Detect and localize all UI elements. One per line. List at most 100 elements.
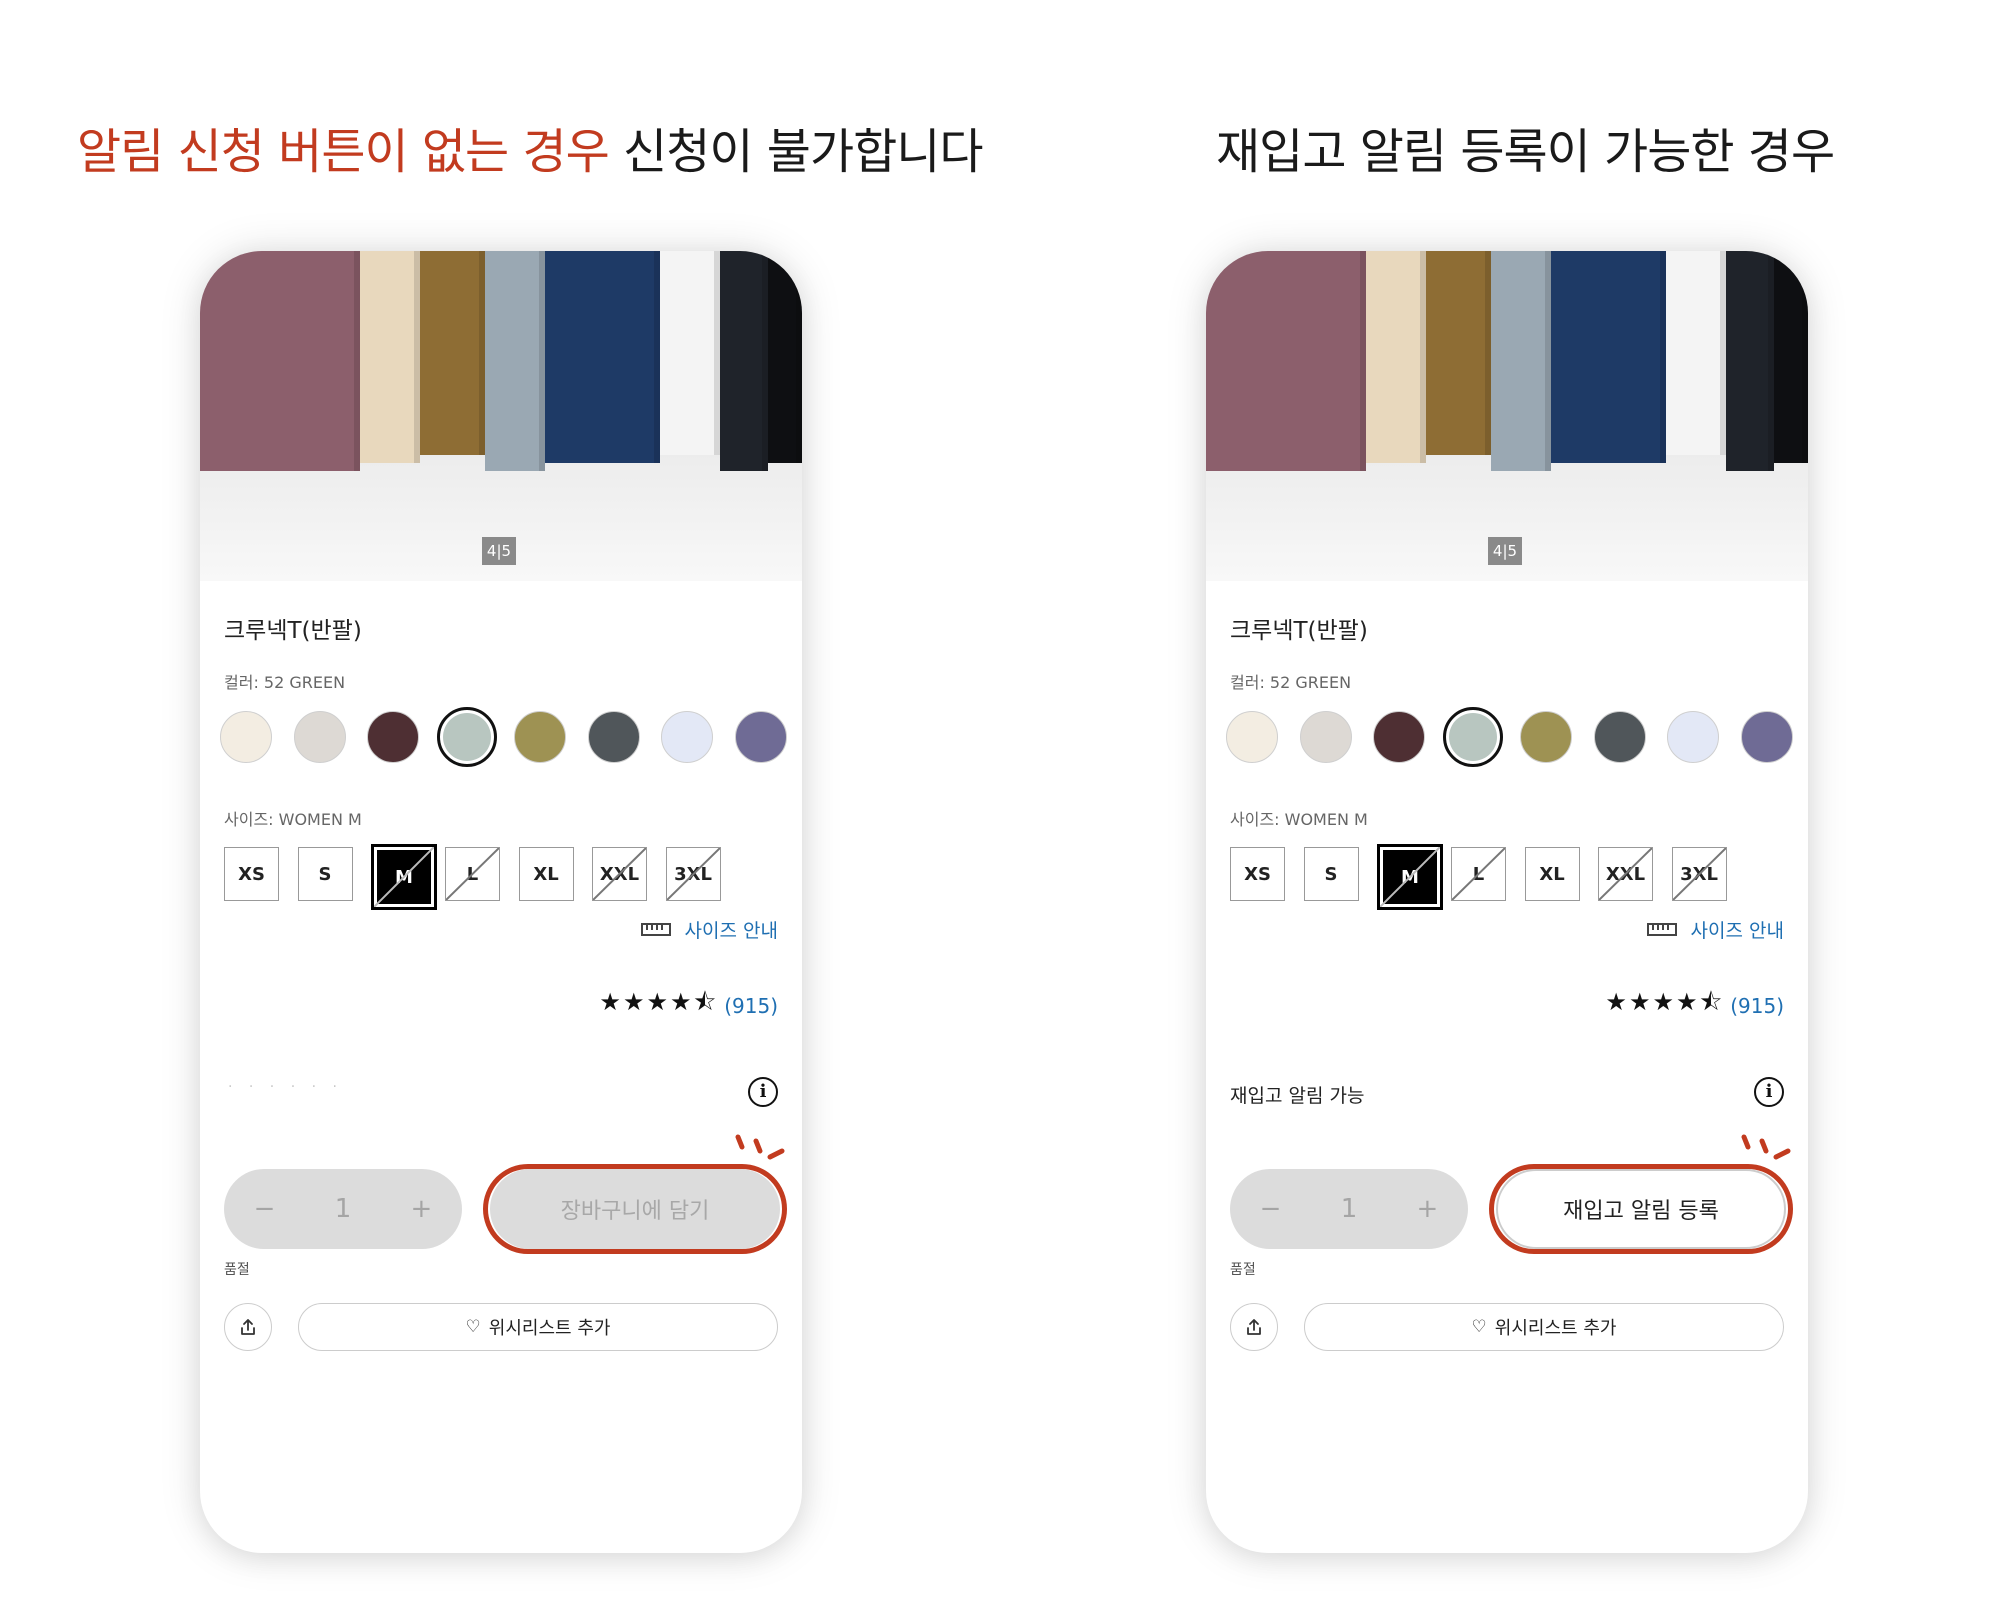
product-rating[interactable]: ★★★★⯪ (915) — [599, 985, 778, 1026]
size-label: 사이즈: WOMEN M — [224, 810, 362, 829]
size-option-l[interactable]: L — [1451, 847, 1506, 901]
size-option-xl[interactable]: XL — [518, 847, 574, 901]
unavailable-slash — [593, 848, 646, 900]
add-to-cart-button[interactable]: 장바구니에 담기 — [490, 1169, 780, 1249]
size-option-3xl[interactable]: 3XL — [665, 847, 721, 901]
color-swatch[interactable] — [1226, 711, 1278, 763]
unavailable-slash — [667, 848, 720, 900]
quantity-value: 1 — [1340, 1194, 1358, 1224]
size-option-xxl[interactable]: XXL — [1598, 847, 1653, 901]
restock-row: 재입고 알림 가능 i — [1230, 1073, 1784, 1113]
color-swatch[interactable] — [661, 711, 713, 763]
unavailable-slash — [1599, 848, 1652, 900]
size-options: XS SML XL XXL 3XL — [224, 844, 784, 910]
color-swatches — [210, 707, 790, 767]
wishlist-button[interactable]: ♡ 위시리스트 추가 — [298, 1303, 778, 1351]
restock-row: · · · · · · i — [224, 1073, 778, 1113]
size-guide-link[interactable]: 사이즈 안내 — [640, 916, 778, 943]
quantity-stepper: − 1 + — [1230, 1169, 1468, 1249]
color-swatch[interactable] — [1520, 711, 1572, 763]
ruler-icon — [1646, 923, 1677, 936]
heading-no-alert: 알림 신청 버튼이 없는 경우 신청이 불가합니다 — [77, 112, 984, 182]
restock-alert-button[interactable]: 재입고 알림 등록 — [1496, 1169, 1786, 1249]
quantity-minus-button[interactable]: − — [254, 1194, 276, 1224]
size-option-xl[interactable]: XL — [1524, 847, 1580, 901]
size-option-s[interactable]: S — [1303, 847, 1359, 901]
color-swatch[interactable] — [367, 711, 419, 763]
info-icon[interactable]: i — [748, 1077, 778, 1107]
restock-status-empty: · · · · · · — [228, 1079, 343, 1095]
color-swatch[interactable] — [1593, 711, 1646, 763]
color-swatch[interactable] — [1373, 711, 1425, 763]
color-swatch[interactable] — [587, 711, 640, 763]
color-swatch[interactable] — [220, 711, 272, 763]
soldout-label: 품절 — [224, 1262, 250, 1278]
rating-stars: ★★★★⯪ — [1605, 988, 1725, 1016]
color-swatches — [1216, 707, 1796, 767]
size-options: XS SML XL XXL 3XL — [1230, 844, 1790, 910]
share-button[interactable] — [224, 1303, 272, 1351]
share-button[interactable] — [1230, 1303, 1278, 1351]
rating-count: (915) — [1730, 993, 1784, 1018]
size-guide-label: 사이즈 안내 — [1690, 920, 1784, 942]
highlight-sparks — [735, 1134, 785, 1160]
heading-rest: 신청이 불가합니다 — [608, 124, 984, 180]
color-swatch[interactable] — [1740, 711, 1793, 763]
color-swatch[interactable] — [436, 707, 497, 767]
highlight-sparks — [1741, 1134, 1791, 1160]
wishlist-label: 위시리스트 추가 — [488, 1318, 611, 1339]
info-icon[interactable]: i — [1754, 1077, 1784, 1107]
product-name: 크루넥T(반팔) — [224, 618, 362, 644]
size-option-m[interactable]: M — [1377, 844, 1443, 910]
product-image[interactable] — [1206, 251, 1808, 581]
size-label: 사이즈: WOMEN M — [1230, 810, 1368, 829]
size-option-xs[interactable]: XS — [1230, 847, 1285, 901]
heading-restock-available: 재입고 알림 등록이 가능한 경우 — [1216, 124, 1835, 180]
heading-accent: 알림 신청 버튼이 없는 경우 — [77, 124, 610, 180]
color-swatch[interactable] — [1442, 707, 1503, 767]
size-option-l[interactable]: L — [445, 847, 500, 901]
image-pager: 4|5 — [482, 537, 516, 565]
quantity-minus-button[interactable]: − — [1260, 1194, 1282, 1224]
heart-icon: ♡ — [465, 1317, 481, 1337]
product-name: 크루넥T(반팔) — [1230, 618, 1368, 644]
quantity-value: 1 — [334, 1194, 352, 1224]
unavailable-slash — [374, 847, 434, 907]
quantity-stepper: − 1 + — [224, 1169, 462, 1249]
product-rating[interactable]: ★★★★⯪ (915) — [1605, 985, 1784, 1026]
unavailable-slash — [1452, 848, 1505, 900]
unavailable-slash — [1673, 848, 1726, 900]
unavailable-slash — [1380, 847, 1440, 907]
quantity-plus-button[interactable]: + — [411, 1194, 433, 1224]
restock-status: 재입고 알림 가능 — [1230, 1085, 1365, 1107]
color-label: 컬러: 52 GREEN — [224, 673, 346, 692]
quantity-plus-button[interactable]: + — [1417, 1194, 1439, 1224]
size-option-m[interactable]: M — [371, 844, 437, 910]
wishlist-button[interactable]: ♡ 위시리스트 추가 — [1304, 1303, 1784, 1351]
color-swatch[interactable] — [293, 711, 346, 763]
phone-mockup-right: 4|5 크루넥T(반팔) 컬러: 52 GREEN 사이즈: WOMEN M X… — [1206, 251, 1808, 1553]
product-image[interactable] — [200, 251, 802, 581]
size-option-xxl[interactable]: XXL — [592, 847, 647, 901]
rating-count: (915) — [724, 993, 778, 1018]
phone-mockup-left: 4|5 크루넥T(반팔) 컬러: 52 GREEN 사이즈: WOMEN M X… — [200, 251, 802, 1553]
color-swatch[interactable] — [1667, 711, 1719, 763]
rating-stars: ★★★★⯪ — [599, 988, 719, 1016]
color-swatch[interactable] — [514, 711, 566, 763]
size-guide-link[interactable]: 사이즈 안내 — [1646, 916, 1784, 943]
size-option-xs[interactable]: XS — [224, 847, 279, 901]
unavailable-slash — [446, 848, 499, 900]
soldout-label: 품절 — [1230, 1262, 1256, 1278]
ruler-icon — [640, 923, 671, 936]
size-option-s[interactable]: S — [297, 847, 353, 901]
share-icon — [1247, 1319, 1261, 1335]
heart-icon: ♡ — [1471, 1317, 1487, 1337]
size-guide-label: 사이즈 안내 — [684, 920, 778, 942]
wishlist-label: 위시리스트 추가 — [1494, 1318, 1617, 1339]
image-pager: 4|5 — [1488, 537, 1522, 565]
color-label: 컬러: 52 GREEN — [1230, 673, 1352, 692]
color-swatch[interactable] — [1299, 711, 1352, 763]
color-swatch[interactable] — [734, 711, 787, 763]
share-icon — [241, 1319, 255, 1335]
size-option-3xl[interactable]: 3XL — [1671, 847, 1727, 901]
